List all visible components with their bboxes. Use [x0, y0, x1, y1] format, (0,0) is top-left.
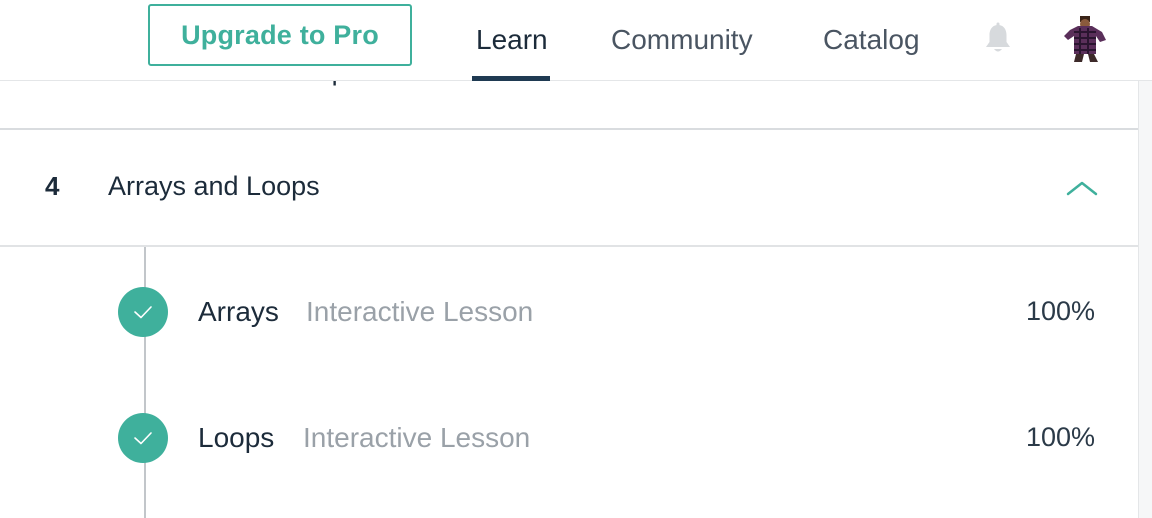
page: 3 Functions and Scope Upgrade to Pro Lea…: [0, 0, 1152, 518]
nav-learn[interactable]: Learn: [476, 20, 548, 60]
lesson-item-loops[interactable]: Loops Interactive Lesson 100%: [0, 409, 1138, 469]
user-avatar[interactable]: [1058, 14, 1110, 62]
top-navigation: Upgrade to Pro Learn Community Catalog: [0, 0, 1152, 81]
panel-divider: [1138, 80, 1139, 518]
check-icon: [118, 413, 168, 463]
nav-community[interactable]: Community: [611, 20, 753, 60]
upgrade-to-pro-button[interactable]: Upgrade to Pro: [148, 4, 412, 66]
lesson-type: Interactive Lesson: [303, 422, 531, 453]
nav-catalog[interactable]: Catalog: [823, 20, 920, 60]
lesson-item-arrays[interactable]: Arrays Interactive Lesson 100%: [0, 283, 1138, 343]
lesson-type: Interactive Lesson: [306, 296, 534, 327]
section-arrays-and-loops[interactable]: 4 Arrays and Loops: [0, 131, 1138, 247]
section-title: Arrays and Loops: [108, 171, 320, 201]
lesson-progress: 100%: [1025, 296, 1095, 326]
section-number: 4: [45, 171, 60, 201]
bell-icon[interactable]: [983, 22, 1013, 56]
lesson-progress: 100%: [1025, 422, 1095, 452]
lesson-title[interactable]: Loops: [198, 422, 274, 454]
lesson-title[interactable]: Arrays: [198, 296, 279, 328]
check-icon: [118, 287, 168, 337]
nav-active-indicator: [472, 76, 550, 81]
chevron-up-icon[interactable]: [1066, 179, 1098, 197]
